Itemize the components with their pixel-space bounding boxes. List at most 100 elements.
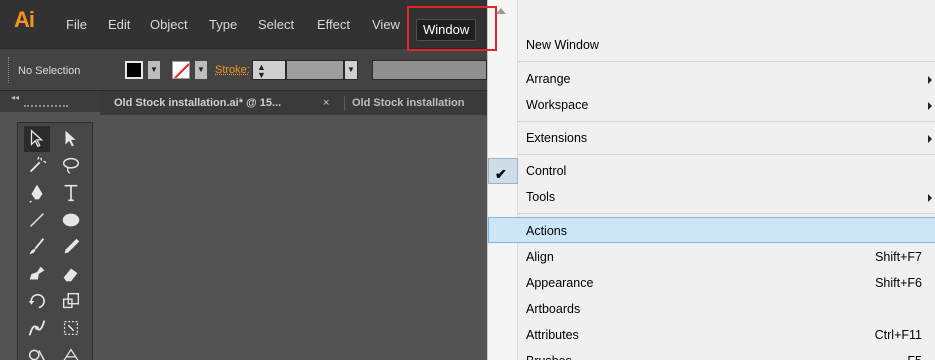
menu-item-new-window[interactable]: New Window [518,32,935,58]
tools-panel-header[interactable]: ◂◂ [0,90,100,112]
close-tab-icon[interactable]: × [323,91,329,116]
pen-tool[interactable] [24,180,50,206]
menu-item-attributes[interactable]: Attributes Ctrl+F11 [518,322,935,348]
free-transform-icon [63,320,79,336]
direct-selection-tool[interactable] [58,126,84,152]
eraser-tool[interactable] [58,261,84,287]
fill-dropdown-arrow[interactable]: ▼ [148,61,160,79]
panel-grip[interactable] [24,105,68,107]
illustrator-logo: Ai [14,7,35,32]
menu-item-extensions[interactable]: Extensions [518,125,935,151]
control-bar-grip[interactable] [8,57,11,83]
shape-builder-tool[interactable] [24,342,50,360]
pencil-tool[interactable] [58,234,84,260]
menu-item-align[interactable]: Align Shift+F7 [518,244,935,270]
menu-select[interactable]: Select [258,15,294,35]
menu-separator [518,154,935,155]
menu-item-label: Actions [526,224,567,238]
perspective-grid-icon [63,348,79,360]
stroke-color-swatch[interactable] [172,61,190,79]
perspective-grid-tool[interactable] [58,342,84,360]
submenu-arrow-icon [928,194,932,202]
scale-icon [62,292,80,309]
menu-item-label: Brushes [526,348,572,360]
rotate-tool[interactable] [24,288,50,314]
type-tool[interactable] [58,180,84,206]
type-icon [64,184,78,202]
tools-panel: ◂◂ [0,90,100,360]
document-tabs: Old Stock installation.ai* @ 15... × Old… [100,90,487,115]
document-tab-active[interactable]: Old Stock installation.ai* @ 15... [114,91,324,116]
document-tab[interactable]: Old Stock installation [352,91,487,116]
menu-item-shortcut: F5 [907,348,922,360]
menu-item-label: Artboards [526,302,581,316]
shape-builder-icon [28,349,45,360]
submenu-arrow-icon [928,135,932,143]
stroke-weight-stepper[interactable]: ▲ ▼ [252,60,286,80]
collapse-icon[interactable]: ◂◂ [11,93,19,102]
menu-effect[interactable]: Effect [317,15,350,35]
menu-view[interactable]: View [372,15,400,35]
no-color-icon [174,63,189,78]
width-tool[interactable] [24,315,50,341]
window-menu-dropdown: New Window Arrange Workspace Extensions … [487,0,935,360]
menu-item-label: Tools [526,190,556,204]
menu-type[interactable]: Type [209,15,237,35]
menu-item-brushes[interactable]: Brushes F5 [518,348,935,360]
menu-item-shortcut: Shift+F6 [875,276,922,290]
selection-icon [30,129,44,148]
menu-item-label: Appearance [526,276,594,290]
artboard-canvas[interactable] [100,115,487,360]
selection-status: No Selection [18,65,81,77]
control-check-box: ✔ [488,158,518,184]
menu-item-appearance[interactable]: Appearance Shift+F6 [518,270,935,296]
menu-item-control[interactable]: Control [518,158,935,184]
ellipse-tool[interactable] [58,207,84,233]
stroke-weight-field[interactable] [286,60,344,80]
scale-tool[interactable] [58,288,84,314]
selection-tool[interactable] [24,126,50,152]
blob-brush-tool[interactable] [24,261,50,287]
line-segment-icon [30,213,44,227]
menu-item-shortcut: Shift+F7 [875,250,922,264]
direct-selection-icon [65,130,76,147]
menu-item-arrange[interactable]: Arrange [518,66,935,92]
menu-file[interactable]: File [66,15,87,35]
stroke-label[interactable]: Stroke: [215,64,250,76]
lasso-icon [62,157,80,174]
variable-width-profile[interactable] [372,60,487,80]
menu-separator [518,61,935,62]
paintbrush-icon [29,238,45,255]
line-segment-tool[interactable] [24,207,50,233]
stroke-dropdown-arrow[interactable]: ▼ [195,61,207,79]
menu-item-label: Arrange [526,72,571,86]
menu-item-artboards[interactable]: Artboards [518,296,935,322]
paintbrush-tool[interactable] [24,234,50,260]
magic-wand-icon [29,156,47,173]
checkmark-icon: ✔ [495,166,507,182]
magic-wand-tool[interactable] [24,153,50,179]
menu-separator [518,121,935,122]
illustrator-window: Ai File Edit Object Type Select Effect V… [0,0,487,360]
menu-item-label: Attributes [526,328,579,342]
menu-item-shortcut: Ctrl+F11 [874,328,922,342]
menu-item-label: New Window [526,38,599,52]
fill-color-swatch[interactable] [125,61,143,79]
rotate-icon [28,293,45,309]
menu-item-workspace[interactable]: Workspace [518,92,935,118]
pen-icon [29,184,43,203]
lasso-tool[interactable] [58,153,84,179]
submenu-arrow-icon [928,102,932,110]
stroke-weight-dropdown[interactable]: ▼ [344,60,358,80]
menu-object[interactable]: Object [150,15,188,35]
menu-item-actions[interactable]: Actions [488,217,935,243]
menu-item-tools[interactable]: Tools [518,184,935,210]
menu-item-label: Workspace [526,98,589,112]
menu-item-label: Align [526,250,554,264]
tab-divider [344,96,345,111]
free-transform-tool[interactable] [58,315,84,341]
window-menu-highlight [407,6,497,51]
menu-edit[interactable]: Edit [108,15,130,35]
ellipse-icon [62,213,80,227]
scroll-up-icon[interactable] [496,8,506,14]
